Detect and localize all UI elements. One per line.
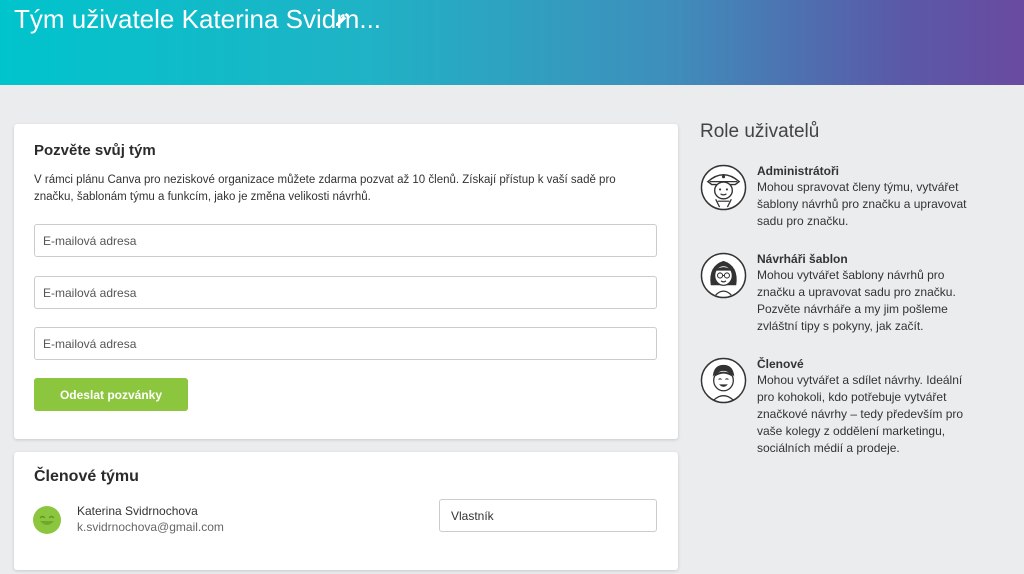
member-name: Katerina Svidrnochova [77,504,198,518]
smiley-avatar-icon [33,506,61,534]
team-header: Tým uživatele Katerina Svidrn... [0,0,1024,85]
team-members-card: Členové týmu Katerina Svidrnochova k.svi… [14,452,678,570]
designer-woman-icon [700,252,747,299]
role-name-members: Členové [757,357,804,371]
role-name-admins: Administrátoři [757,164,840,178]
pirate-admin-icon [700,164,747,211]
role-description-admins: Mohou spravovat členy týmu, vytvářet šab… [757,180,967,228]
role-description-members: Mohou vytvářet a sdílet návrhy. Ideální … [757,373,964,455]
members-card-title: Členové týmu [34,468,139,485]
invite-card-title: Pozvěte svůj tým [34,142,156,159]
email-field-3[interactable] [34,327,657,360]
member-email: k.svidrnochova@gmail.com [77,520,224,534]
roles-title: Role uživatelů [700,121,820,142]
member-role-select[interactable]: Vlastník [439,499,657,532]
email-field-1[interactable] [34,224,657,257]
role-name-designers: Návrháři šablon [757,252,848,266]
invite-team-card: Pozvěte svůj tým V rámci plánu Canva pro… [14,124,678,439]
member-man-icon [700,357,747,404]
invite-description: V rámci plánu Canva pro neziskové organi… [34,174,616,203]
pencil-icon[interactable] [334,12,350,28]
email-field-2[interactable] [34,276,657,309]
send-invites-button[interactable]: Odeslat pozvánky [34,378,188,411]
team-title: Tým uživatele Katerina Svidrn... [14,4,382,34]
role-description-designers: Mohou vytvářet šablony návrhů pro značku… [757,268,956,333]
